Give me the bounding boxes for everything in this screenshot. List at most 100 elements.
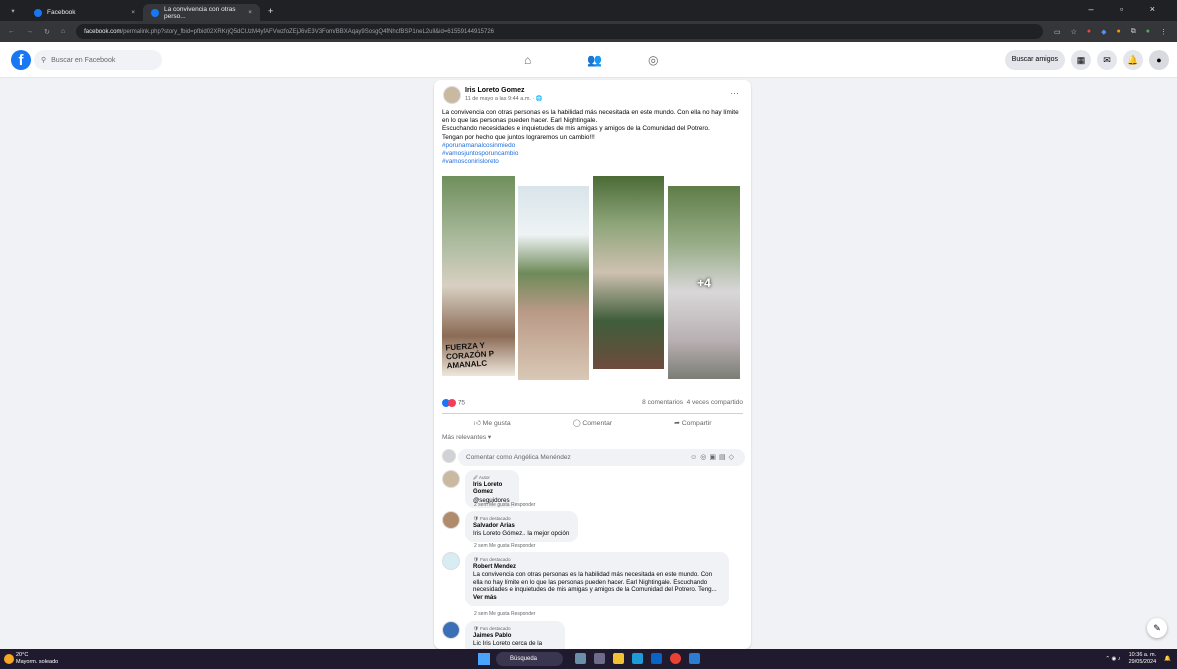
tab-search-icon[interactable]: ▾ (0, 7, 26, 15)
url-input[interactable]: facebook.com/permalink.php?story_fbid=pf… (76, 24, 1043, 39)
post-text-line: Tengan por hecho que juntos lograremos u… (442, 133, 595, 141)
extension-shield-icon[interactable]: ◆ (1101, 28, 1106, 36)
new-message-icon[interactable]: ✎ (1147, 618, 1167, 638)
word-icon[interactable] (689, 653, 700, 664)
comment-text: Lic Iris Loreto cerca de la gente (473, 640, 543, 649)
comment-label: Comentar (582, 420, 613, 427)
post-author[interactable]: Iris Loreto Gomez (465, 87, 525, 94)
author-avatar[interactable] (443, 86, 461, 104)
url-path: /permalink.php?story_fbid=pfbid02XRKrjQ5… (121, 28, 495, 35)
comments-count[interactable]: 8 comentarios (642, 399, 683, 406)
store-icon[interactable] (651, 653, 662, 664)
comment-meta[interactable]: 2 sem Me gusta Responder (474, 502, 535, 508)
comment-text: La convivencia con otras personas es la … (473, 571, 717, 594)
cast-icon[interactable]: ▭ (1054, 28, 1061, 36)
edge-icon[interactable] (632, 653, 643, 664)
comment-meta[interactable]: 2 sem Me gusta Responder (474, 543, 535, 549)
thumbs-up-icon: 👍︎ (473, 420, 481, 427)
menu-grid-icon[interactable]: ▦ (1071, 50, 1091, 70)
weather-widget[interactable]: 20°C Mayorm. soleado (16, 652, 58, 666)
address-bar-row: ← → ↻ ⌂ facebook.com/permalink.php?story… (0, 21, 1177, 42)
messenger-icon[interactable]: ✉ (1097, 50, 1117, 70)
comment-input[interactable]: Comentar como Angélica Menéndez ☺◎▣▤◇ (458, 449, 745, 466)
forward-icon[interactable]: → (26, 28, 33, 35)
tab-facebook[interactable]: Facebook × (26, 4, 143, 21)
comment-button[interactable]: ◯ Comentar (542, 414, 642, 432)
share-button[interactable]: ➦ Compartir (643, 414, 743, 432)
comment-avatar[interactable] (442, 552, 460, 570)
facebook-favicon-icon (34, 8, 42, 17)
notifications-bell-icon[interactable]: 🔔 (1123, 50, 1143, 70)
post-text-line: Escuchando necesidades e inquietudes de … (442, 125, 710, 133)
post-text-line: La convivencia con otras personas es la … (442, 109, 739, 125)
tab-post[interactable]: La convivencia con otras perso... × (143, 4, 260, 21)
post-card: Iris Loreto Gomez 11 de mayo a las 9:44 … (434, 80, 751, 649)
post-photo-2[interactable] (518, 186, 589, 380)
post-body: La convivencia con otras personas es la … (442, 109, 747, 166)
close-tab-icon[interactable]: × (131, 9, 135, 16)
menu-kebab-icon[interactable]: ⋮ (1160, 28, 1167, 36)
comment-item: 🖉 Autor Iris Loreto Gomez @seguidores 2 … (442, 470, 747, 510)
extension-red-icon[interactable]: ● (1087, 28, 1091, 36)
facebook-search-input[interactable]: ⚲ Buscar en Facebook (34, 50, 162, 70)
back-icon[interactable]: ← (8, 28, 15, 35)
like-button[interactable]: 👍︎ Me gusta (442, 414, 542, 432)
notification-bell-icon[interactable]: 🔔 (1164, 656, 1171, 663)
comment-author[interactable]: Jaimes Pablo (473, 633, 557, 641)
comment-input-icons[interactable]: ☺◎▣▤◇ (690, 449, 737, 466)
bookmark-star-icon[interactable]: ☆ (1071, 28, 1077, 36)
comment-avatar[interactable] (442, 621, 460, 639)
search-icon: ⚲ (41, 57, 47, 64)
window-controls[interactable]: – ▫ × (1089, 4, 1167, 14)
extension-orange-icon[interactable]: ● (1117, 28, 1121, 36)
reload-icon[interactable]: ↻ (44, 28, 50, 36)
find-friends-button[interactable]: Buscar amigos (1004, 50, 1065, 70)
comment-author[interactable]: Salvador Arias (473, 523, 570, 531)
file-explorer-icon[interactable] (613, 653, 624, 664)
hashtag-link[interactable]: #vamosconirisloreto (442, 158, 747, 166)
nav-groups-icon[interactable]: ◎ (648, 53, 658, 67)
reactions-count[interactable]: 75 (458, 400, 465, 407)
comment-avatar[interactable] (442, 511, 460, 529)
clock-date: 29/05/2024 (1128, 659, 1157, 665)
comment-bubble: 🛡 Fan destacado Salvador Arias Iris Lore… (465, 511, 578, 542)
top-fan-badge: 🛡 Fan destacado (473, 626, 511, 631)
new-tab-button[interactable]: + (260, 6, 273, 16)
post-photo-1[interactable]: FUERZA Y CORAZÓN P AMANALC (442, 176, 515, 376)
comment-author[interactable]: Robert Mendez (473, 564, 721, 572)
sort-comments-dropdown[interactable]: Más relevantes ▾ (442, 433, 491, 441)
reaction-counts: 75 8 comentarios 4 veces compartido (442, 399, 743, 409)
profile-icon[interactable]: ● (1146, 28, 1150, 36)
facebook-header: f ⚲ Buscar en Facebook ⌂ 👥 ◎ Buscar amig… (0, 42, 1177, 78)
comment-meta[interactable]: 2 sem Me gusta Responder (474, 611, 535, 617)
post-photo-4[interactable]: +4 (668, 186, 740, 379)
comment-author[interactable]: Iris Loreto Gomez (473, 482, 511, 497)
extensions-puzzle-icon[interactable]: ⧉ (1131, 28, 1136, 36)
close-tab-icon[interactable]: × (248, 9, 252, 16)
nav-home-icon[interactable]: ⌂ (524, 53, 531, 67)
nav-friends-icon[interactable]: 👥 (587, 53, 602, 67)
taskbar-app-icon[interactable] (575, 653, 586, 664)
chrome-icon[interactable] (670, 653, 681, 664)
taskbar-search[interactable]: Búsqueda (496, 652, 563, 666)
taskbar-app-icon[interactable] (594, 653, 605, 664)
shares-count[interactable]: 4 veces compartido (687, 399, 743, 406)
clock-time: 10:36 a. m. (1128, 652, 1157, 658)
hashtag-link[interactable]: #vamosjuntosporuncambio (442, 150, 747, 158)
clock[interactable]: 10:36 a. m. 29/05/2024 (1129, 652, 1157, 666)
more-photos-overlay[interactable]: +4 (668, 186, 740, 379)
windows-start-icon[interactable] (478, 653, 490, 665)
comment-icon: ◯ (572, 420, 581, 427)
weather-temp: 20°C (16, 652, 29, 658)
love-reaction-icon (448, 399, 456, 407)
tray-icons[interactable]: ⌃ ◉ ♪ (1105, 656, 1120, 663)
post-options-icon[interactable]: ··· (730, 88, 739, 98)
home-icon[interactable]: ⌂ (61, 28, 65, 35)
comment-avatar[interactable] (442, 470, 460, 488)
profile-avatar[interactable]: ● (1149, 50, 1169, 70)
post-photo-3[interactable] (593, 176, 664, 369)
facebook-logo-icon[interactable]: f (11, 50, 31, 70)
hashtag-link[interactable]: #porunamanalcosinmiedo (442, 142, 747, 150)
post-meta[interactable]: 11 de mayo a las 9:44 a.m. · 🌐 (465, 96, 543, 102)
see-more-link[interactable]: Ver más (473, 594, 497, 601)
